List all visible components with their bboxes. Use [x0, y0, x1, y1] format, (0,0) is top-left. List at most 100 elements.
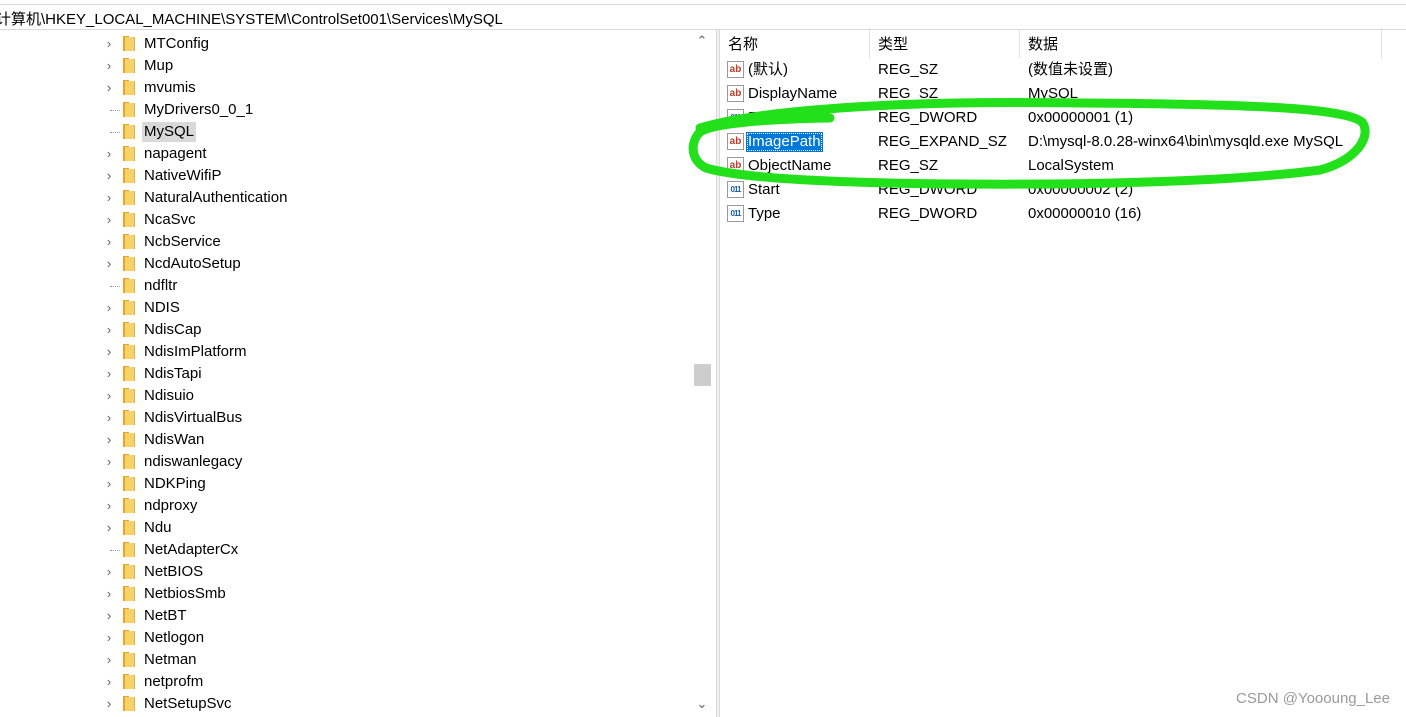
- expand-chevron-icon[interactable]: ›: [102, 300, 116, 316]
- value-row[interactable]: ab ObjectName REG_SZ LocalSystem: [720, 154, 1406, 178]
- expand-chevron-icon[interactable]: ›: [102, 80, 116, 96]
- tree-item-label[interactable]: NdisImPlatform: [142, 342, 249, 362]
- tree-item-label[interactable]: NetAdapterCx: [142, 540, 240, 560]
- expand-chevron-icon[interactable]: ›: [102, 564, 116, 580]
- scroll-thumb[interactable]: [694, 364, 711, 386]
- expand-chevron-icon[interactable]: ›: [102, 498, 116, 514]
- tree-item[interactable]: › Ndisuio: [100, 385, 690, 407]
- tree-item-label[interactable]: ndfltr: [142, 276, 179, 296]
- value-name[interactable]: ObjectName: [746, 156, 833, 176]
- tree-item-label[interactable]: NcbService: [142, 232, 223, 252]
- tree-item-label[interactable]: NcaSvc: [142, 210, 198, 230]
- tree-item[interactable]: › NaturalAuthentication: [100, 187, 690, 209]
- tree-item-label[interactable]: netprofm: [142, 672, 205, 692]
- expand-chevron-icon[interactable]: ›: [102, 652, 116, 668]
- tree-item[interactable]: › NDIS: [100, 297, 690, 319]
- expand-chevron-icon[interactable]: ›: [102, 630, 116, 646]
- tree-item[interactable]: › ndproxy: [100, 495, 690, 517]
- value-row[interactable]: ab DisplayName REG_SZ MySQL: [720, 82, 1406, 106]
- expand-chevron-icon[interactable]: ›: [102, 234, 116, 250]
- scroll-down-arrow-icon[interactable]: ⌄: [692, 695, 712, 713]
- value-name[interactable]: DisplayName: [746, 84, 839, 104]
- tree-scrollbar[interactable]: ⌃ ⌄: [692, 30, 712, 717]
- column-header-name[interactable]: 名称: [720, 30, 870, 58]
- expand-chevron-icon[interactable]: ›: [102, 410, 116, 426]
- expand-chevron-icon[interactable]: ›: [102, 58, 116, 74]
- registry-key-tree[interactable]: › MTConfig › Mup › mvumis MyDrivers0_0_1 MySQL ›…: [0, 30, 716, 717]
- address-path[interactable]: 计算机\HKEY_LOCAL_MACHINE\SYSTEM\ControlSet…: [0, 8, 503, 29]
- expand-chevron-icon[interactable]: ›: [102, 344, 116, 360]
- tree-item-label[interactable]: NdisCap: [142, 320, 204, 340]
- expand-chevron-icon[interactable]: ›: [102, 586, 116, 602]
- tree-item[interactable]: MySQL: [100, 121, 690, 143]
- tree-item-label[interactable]: MyDrivers0_0_1: [142, 100, 255, 120]
- tree-item-label[interactable]: NdisTapi: [142, 364, 204, 384]
- value-name[interactable]: ErrorControl: [746, 108, 832, 128]
- expand-chevron-icon[interactable]: ›: [102, 212, 116, 228]
- value-row[interactable]: ab (默认) REG_SZ (数值未设置): [720, 58, 1406, 82]
- value-row[interactable]: 011 ErrorControl REG_DWORD 0x00000001 (1): [720, 106, 1406, 130]
- expand-chevron-icon[interactable]: ›: [102, 454, 116, 470]
- tree-item-label[interactable]: NdisWan: [142, 430, 206, 450]
- tree-item[interactable]: › NDKPing: [100, 473, 690, 495]
- tree-item[interactable]: › NdisCap: [100, 319, 690, 341]
- tree-item[interactable]: › NdisWan: [100, 429, 690, 451]
- tree-item[interactable]: › mvumis: [100, 77, 690, 99]
- tree-item-label[interactable]: NDIS: [142, 298, 182, 318]
- address-bar[interactable]: 计算机\HKEY_LOCAL_MACHINE\SYSTEM\ControlSet…: [0, 4, 1406, 30]
- scroll-up-arrow-icon[interactable]: ⌃: [692, 32, 712, 50]
- expand-chevron-icon[interactable]: ›: [102, 520, 116, 536]
- tree-item[interactable]: › Netman: [100, 649, 690, 671]
- expand-chevron-icon[interactable]: ›: [102, 256, 116, 272]
- tree-item-label[interactable]: MTConfig: [142, 34, 211, 54]
- tree-item[interactable]: ndfltr: [100, 275, 690, 297]
- tree-item-label[interactable]: ndproxy: [142, 496, 199, 516]
- value-name[interactable]: Start: [746, 180, 782, 200]
- expand-chevron-icon[interactable]: ›: [102, 388, 116, 404]
- tree-item[interactable]: › Ndu: [100, 517, 690, 539]
- tree-item[interactable]: › NdisImPlatform: [100, 341, 690, 363]
- tree-item[interactable]: › NetbiosSmb: [100, 583, 690, 605]
- tree-item[interactable]: NetAdapterCx: [100, 539, 690, 561]
- expand-chevron-icon[interactable]: ›: [102, 168, 116, 184]
- value-name[interactable]: Type: [746, 204, 783, 224]
- tree-item-label[interactable]: NetBT: [142, 606, 189, 626]
- tree-item[interactable]: › MTConfig: [100, 33, 690, 55]
- tree-item[interactable]: › NdisVirtualBus: [100, 407, 690, 429]
- tree-item-label[interactable]: Ndisuio: [142, 386, 196, 406]
- tree-item-label[interactable]: NDKPing: [142, 474, 208, 494]
- tree-item-label[interactable]: NativeWifiP: [142, 166, 224, 186]
- tree-item[interactable]: › napagent: [100, 143, 690, 165]
- tree-item[interactable]: › NetSetupSvc: [100, 693, 690, 715]
- tree-item[interactable]: › netprofm: [100, 671, 690, 693]
- registry-values-list[interactable]: 名称 类型 数据 ab (默认) REG_SZ (数值未设置) ab DisplayNam…: [720, 30, 1406, 717]
- tree-item-label[interactable]: NcdAutoSetup: [142, 254, 243, 274]
- tree-item[interactable]: › NetBT: [100, 605, 690, 627]
- value-row[interactable]: 011 Type REG_DWORD 0x00000010 (16): [720, 202, 1406, 226]
- tree-item[interactable]: › ndiswanlegacy: [100, 451, 690, 473]
- tree-item[interactable]: › NativeWifiP: [100, 165, 690, 187]
- tree-item-label[interactable]: napagent: [142, 144, 209, 164]
- expand-chevron-icon[interactable]: ›: [102, 146, 116, 162]
- expand-chevron-icon[interactable]: ›: [102, 674, 116, 690]
- expand-chevron-icon[interactable]: ›: [102, 476, 116, 492]
- tree-item-label[interactable]: NetBIOS: [142, 562, 205, 582]
- tree-item-label[interactable]: ndiswanlegacy: [142, 452, 244, 472]
- tree-item[interactable]: › Mup: [100, 55, 690, 77]
- tree-item-label[interactable]: mvumis: [142, 78, 198, 98]
- value-row[interactable]: 011 Start REG_DWORD 0x00000002 (2): [720, 178, 1406, 202]
- tree-item[interactable]: MyDrivers0_0_1: [100, 99, 690, 121]
- tree-item[interactable]: › NcdAutoSetup: [100, 253, 690, 275]
- expand-chevron-icon[interactable]: ›: [102, 36, 116, 52]
- expand-chevron-icon[interactable]: ›: [102, 322, 116, 338]
- tree-item-label[interactable]: Mup: [142, 56, 175, 76]
- expand-chevron-icon[interactable]: ›: [102, 432, 116, 448]
- value-name[interactable]: (默认): [746, 60, 790, 80]
- tree-item[interactable]: › Netlogon: [100, 627, 690, 649]
- tree-item-label[interactable]: NaturalAuthentication: [142, 188, 289, 208]
- expand-chevron-icon[interactable]: ›: [102, 190, 116, 206]
- tree-item[interactable]: › NdisTapi: [100, 363, 690, 385]
- tree-item[interactable]: › NcaSvc: [100, 209, 690, 231]
- expand-chevron-icon[interactable]: ›: [102, 366, 116, 382]
- tree-item-label[interactable]: MySQL: [142, 122, 197, 142]
